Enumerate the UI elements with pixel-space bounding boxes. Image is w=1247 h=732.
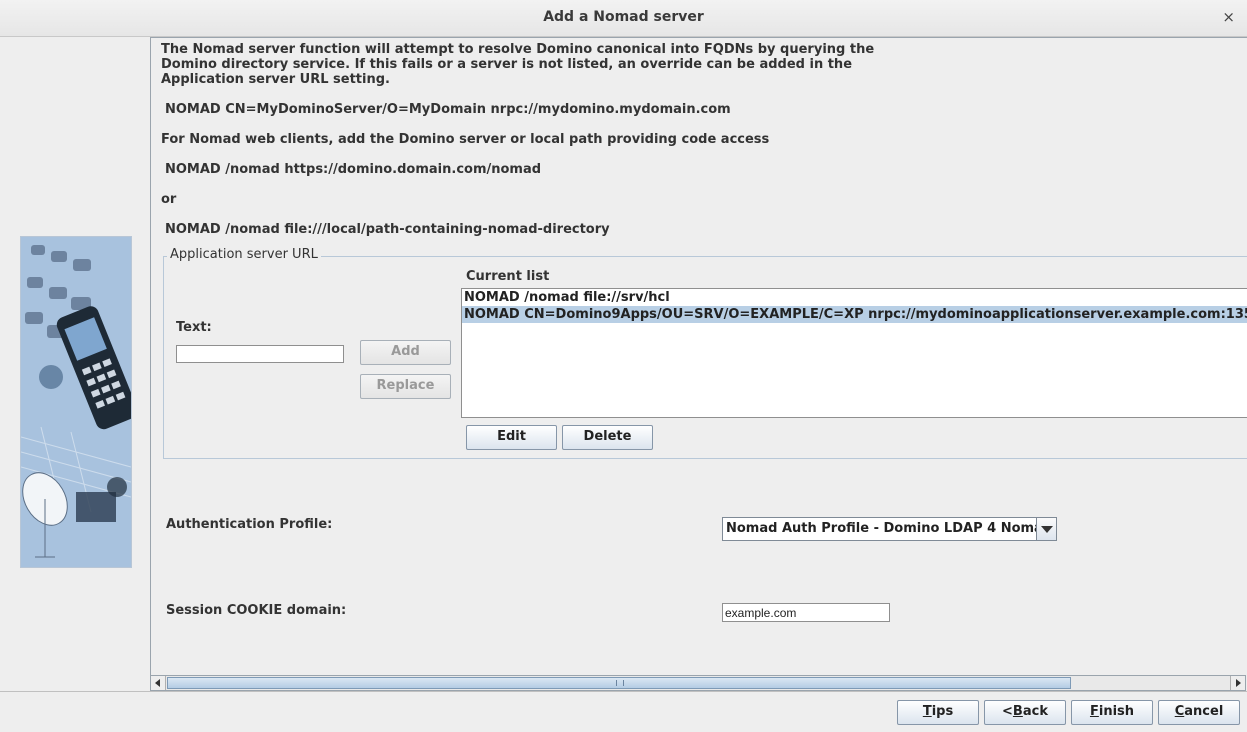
auth-profile-select[interactable]: Nomad Auth Profile - Domino LDAP 4 Nomad xyxy=(722,517,1057,541)
scroll-right-icon[interactable] xyxy=(1230,676,1245,690)
web-clients-note: For Nomad web clients, add the Domino se… xyxy=(161,132,770,147)
example-nrpc: NOMAD CN=MyDominoServer/O=MyDomain nrpc:… xyxy=(165,102,731,117)
chevron-down-icon[interactable] xyxy=(1036,518,1056,540)
text-label: Text: xyxy=(176,320,212,335)
cancel-button[interactable]: Cancel xyxy=(1158,700,1240,725)
grip-icon xyxy=(616,680,624,686)
list-item-selected[interactable]: NOMAD CN=Domino9Apps/OU=SRV/O=EXAMPLE/C=… xyxy=(462,306,1247,323)
back-mnemonic: B xyxy=(1012,704,1023,719)
scrollbar-thumb[interactable] xyxy=(167,677,1071,689)
delete-button[interactable]: Delete xyxy=(562,425,653,450)
tips-label: ips xyxy=(931,704,954,719)
tips-button[interactable]: Tips xyxy=(897,700,979,725)
replace-button[interactable]: Replace xyxy=(360,374,451,399)
app-server-url-group-label: Application server URL xyxy=(167,247,321,262)
back-label: ack xyxy=(1022,704,1048,719)
add-button[interactable]: Add xyxy=(360,340,451,365)
finish-mnemonic: F xyxy=(1089,704,1099,719)
current-list[interactable]: NOMAD /nomad file://srv/hcl NOMAD CN=Dom… xyxy=(461,288,1247,418)
cookie-domain-input[interactable] xyxy=(722,603,890,622)
current-list-label: Current list xyxy=(466,269,550,284)
tips-mnemonic: T xyxy=(922,704,932,719)
back-button[interactable]: <Back xyxy=(984,700,1066,725)
example-https: NOMAD /nomad https://domino.domain.com/n… xyxy=(165,162,542,177)
finish-button[interactable]: Finish xyxy=(1071,700,1153,725)
scroll-left-icon[interactable] xyxy=(151,676,166,690)
text-input[interactable] xyxy=(176,345,344,363)
wizard-side-image xyxy=(20,236,132,568)
left-panel xyxy=(0,37,150,691)
close-icon[interactable]: × xyxy=(1222,8,1235,26)
cancel-label: ancel xyxy=(1184,704,1224,719)
list-item[interactable]: NOMAD /nomad file://srv/hcl xyxy=(462,289,1247,306)
wizard-footer: Tips <Back Finish Cancel xyxy=(0,691,1247,732)
cookie-domain-label: Session COOKIE domain: xyxy=(166,603,347,618)
main-content: The Nomad server function will attempt t… xyxy=(150,37,1247,676)
finish-label: inish xyxy=(1098,704,1135,719)
intro-paragraph: The Nomad server function will attempt t… xyxy=(161,42,875,87)
or-text: or xyxy=(161,192,177,207)
horizontal-scrollbar[interactable] xyxy=(150,675,1246,691)
example-file: NOMAD /nomad file:///local/path-containi… xyxy=(165,222,610,237)
cancel-mnemonic: C xyxy=(1174,704,1185,719)
back-prefix: < xyxy=(1002,704,1013,719)
auth-profile-label: Authentication Profile: xyxy=(166,517,333,532)
auth-profile-value: Nomad Auth Profile - Domino LDAP 4 Nomad xyxy=(726,521,1053,536)
title-bar: Add a Nomad server × xyxy=(0,0,1247,37)
window-title: Add a Nomad server xyxy=(543,9,704,25)
edit-button[interactable]: Edit xyxy=(466,425,557,450)
